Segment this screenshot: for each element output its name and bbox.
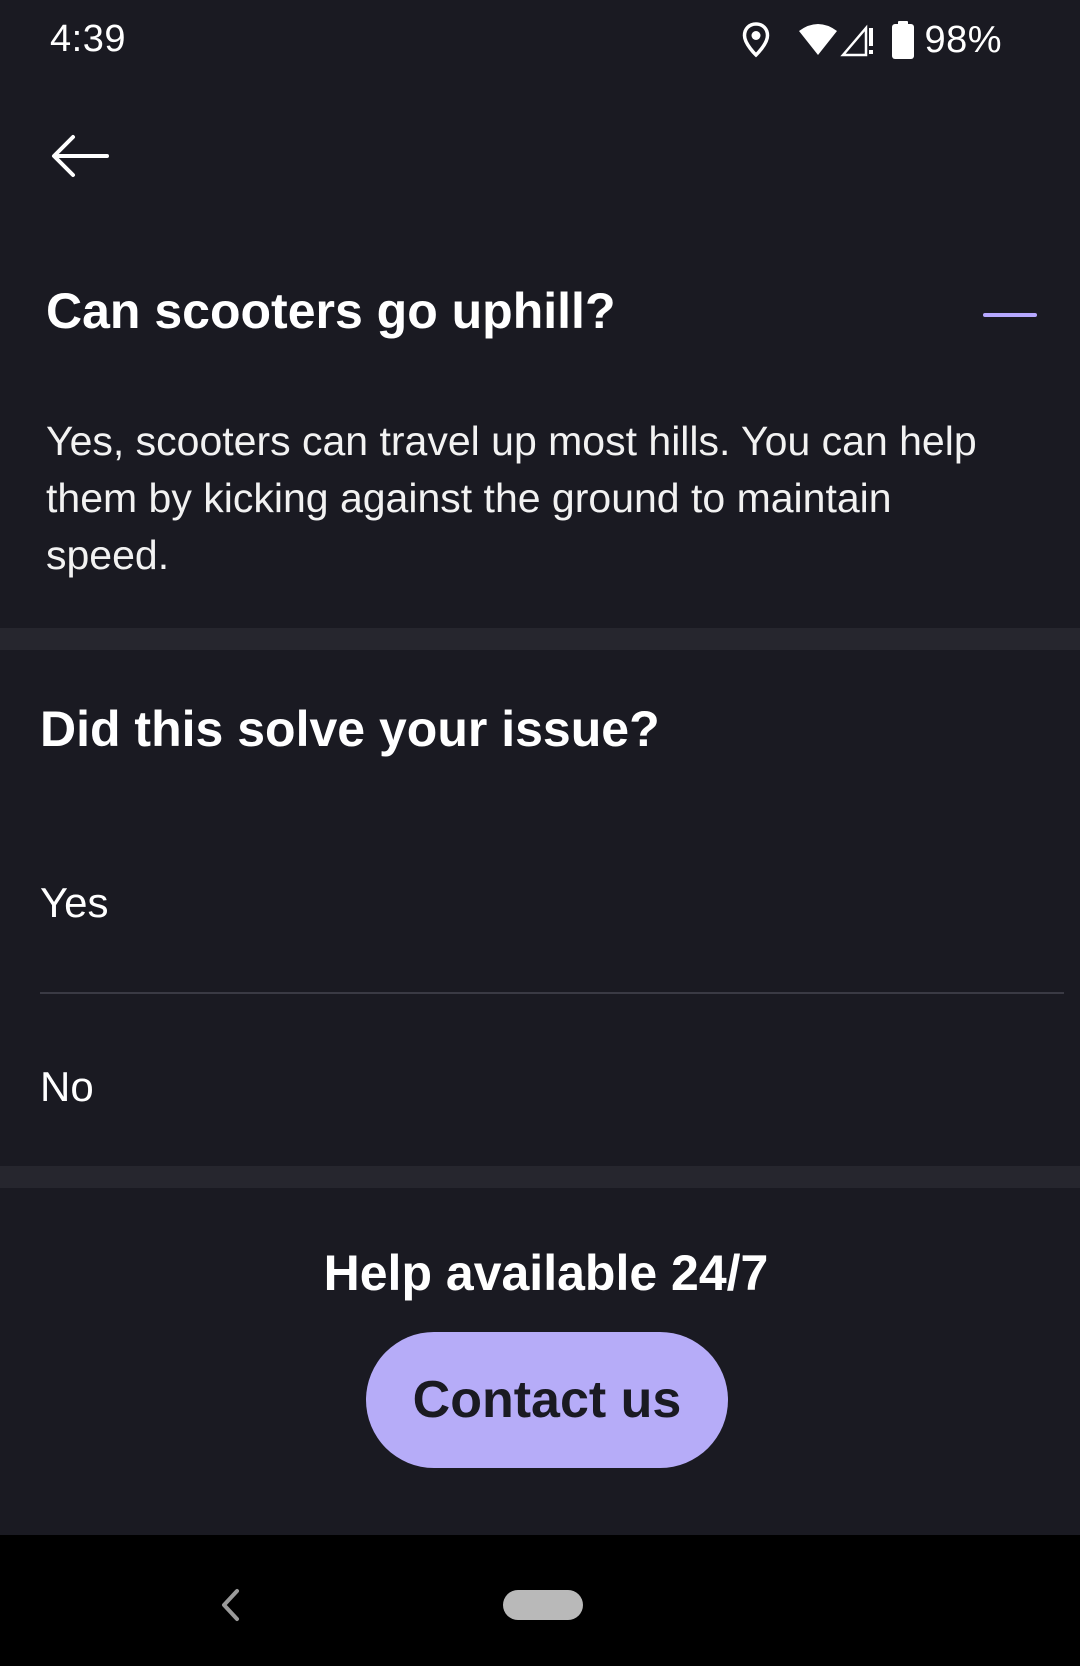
battery-percent: 98%	[924, 18, 1002, 61]
help-title: Help available 24/7	[323, 1245, 769, 1301]
nav-back-icon	[222, 1589, 239, 1621]
feedback-option-label: No	[40, 1063, 94, 1110]
nav-back-button[interactable]	[210, 1585, 250, 1625]
collapse-toggle-button[interactable]	[970, 300, 1050, 330]
status-icons: 98%	[742, 18, 1002, 62]
minus-icon	[983, 313, 1037, 317]
section-divider	[0, 1166, 1080, 1188]
cellular-signal-icon	[840, 22, 876, 58]
feedback-title: Did this solve your issue?	[40, 701, 660, 757]
status-time: 4:39	[50, 18, 126, 60]
feedback-option-label: Yes	[40, 879, 109, 926]
status-bar: 4:39 98%	[0, 0, 1080, 80]
faq-question[interactable]: Can scooters go uphill?	[46, 282, 615, 340]
system-nav-bar	[0, 1535, 1080, 1666]
arrow-left-icon	[52, 135, 109, 177]
feedback-option-no[interactable]: No	[40, 1032, 1064, 1142]
section-divider	[0, 628, 1080, 650]
faq-answer: Yes, scooters can travel up most hills. …	[46, 418, 977, 578]
back-button[interactable]	[40, 120, 120, 192]
nav-home-pill[interactable]	[503, 1590, 583, 1620]
battery-icon	[892, 21, 915, 59]
contact-us-button[interactable]: Contact us	[366, 1332, 728, 1468]
option-separator	[40, 992, 1064, 994]
wifi-icon	[798, 23, 838, 57]
location-icon	[742, 22, 770, 58]
feedback-option-yes[interactable]: Yes	[40, 848, 1064, 958]
